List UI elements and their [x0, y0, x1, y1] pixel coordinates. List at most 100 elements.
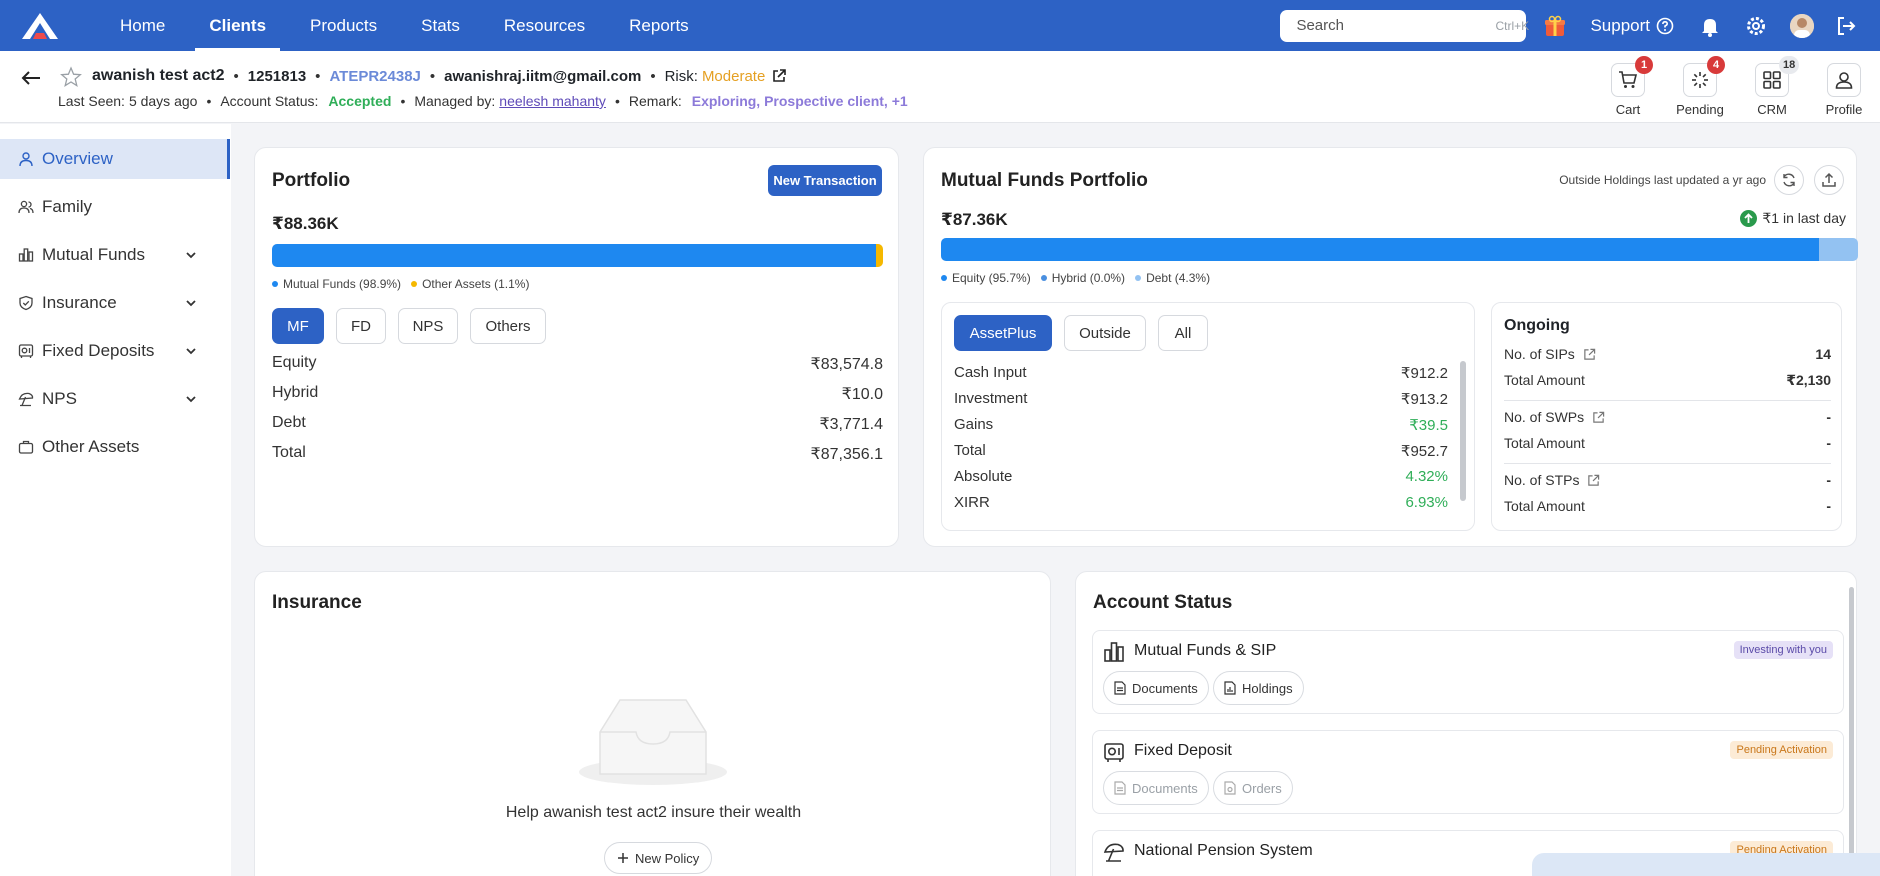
tab-mf[interactable]: MF — [272, 308, 324, 344]
logout-icon[interactable] — [1834, 14, 1858, 38]
row-value: 14 — [1815, 346, 1831, 362]
sidebar-item-family[interactable]: Family — [0, 187, 230, 227]
account-status-scrollbar[interactable] — [1849, 587, 1854, 876]
gear-icon[interactable] — [1744, 14, 1768, 38]
account-item-mutual-funds[interactable]: Mutual Funds & SIP Investing with you Do… — [1092, 630, 1844, 714]
pending-button[interactable]: 4 Pending — [1664, 56, 1736, 117]
portfolio-total: ₹88.36K — [272, 214, 339, 233]
external-link-icon[interactable] — [771, 68, 787, 84]
document-icon — [1114, 681, 1126, 695]
outside-holdings-updated-text: Outside Holdings last updated a yr ago — [1559, 173, 1766, 187]
new-policy-button[interactable]: New Policy — [604, 842, 713, 874]
gift-icon[interactable] — [1544, 15, 1566, 37]
external-link-icon[interactable] — [1592, 411, 1605, 424]
profile-button-box — [1827, 63, 1861, 97]
floating-panel-peek[interactable] — [1532, 853, 1880, 876]
upload-button[interactable] — [1814, 165, 1844, 195]
row-label: No. of STPs — [1504, 472, 1580, 488]
briefcase-icon — [18, 440, 34, 454]
chevron-down-icon[interactable] — [184, 344, 198, 358]
portfolio-title: Portfolio — [272, 170, 351, 191]
grid-icon — [1763, 71, 1781, 89]
chevron-down-icon[interactable] — [184, 296, 198, 310]
legend-item: Equity (95.7%) — [941, 271, 1031, 285]
client-id: 1251813 — [247, 67, 307, 85]
main-nav-links: Home Clients Products Stats Resources Re… — [98, 0, 711, 51]
back-arrow-icon[interactable] — [20, 67, 42, 89]
bell-icon[interactable] — [1698, 14, 1722, 38]
cart-button[interactable]: 1 Cart — [1592, 56, 1664, 117]
app-logo-icon[interactable] — [22, 12, 58, 39]
documents-button[interactable]: Documents — [1103, 671, 1209, 705]
row-value: 6.93% — [1405, 494, 1448, 511]
row-label: Absolute — [954, 468, 1013, 485]
search-input[interactable] — [1296, 17, 1496, 34]
row-label: Hybrid — [272, 384, 319, 401]
sidebar-item-other-assets[interactable]: Other Assets — [0, 427, 230, 467]
portfolio-split-other-assets — [876, 244, 883, 267]
portfolio-split-mutual-funds — [272, 244, 877, 267]
tab-fd[interactable]: FD — [336, 308, 386, 344]
external-link-icon[interactable] — [1583, 348, 1596, 361]
external-link-icon[interactable] — [1587, 474, 1600, 487]
tab-assetplus[interactable]: AssetPlus — [954, 315, 1052, 351]
risk-label: Risk: — [664, 67, 698, 85]
documents-button[interactable]: Documents — [1103, 771, 1209, 805]
profile-button[interactable]: Profile — [1808, 63, 1880, 117]
legend-label: Other Assets (1.1%) — [422, 277, 530, 291]
sidebar-item-insurance[interactable]: Insurance — [0, 283, 230, 323]
ongoing-swps-count: No. of SWPs - — [1504, 409, 1831, 425]
tab-nps[interactable]: NPS — [398, 308, 458, 344]
tab-others[interactable]: Others — [470, 308, 546, 344]
sidebar-item-fixed-deposits[interactable]: Fixed Deposits — [0, 331, 230, 371]
pill-label: Documents — [1132, 780, 1198, 796]
sidebar-item-overview[interactable]: Overview — [0, 139, 230, 179]
tab-outside[interactable]: Outside — [1064, 315, 1146, 351]
nav-resources[interactable]: Resources — [482, 0, 607, 51]
tab-all[interactable]: All — [1158, 315, 1208, 351]
mf-returns-scrollbar[interactable] — [1460, 361, 1466, 501]
row-label: Total Amount — [1504, 498, 1585, 514]
user-avatar[interactable] — [1790, 13, 1814, 38]
remark-value[interactable]: Exploring, Prospective client, +1 — [692, 93, 908, 109]
portfolio-card: Portfolio New Transaction ₹88.36K Mutual… — [254, 147, 899, 547]
chevron-down-icon[interactable] — [184, 392, 198, 406]
crm-button[interactable]: 18 CRM — [1736, 56, 1808, 117]
new-transaction-button[interactable]: New Transaction — [768, 165, 882, 196]
row-label: Cash Input — [954, 364, 1027, 381]
account-status-value: Accepted — [328, 93, 392, 109]
last-seen-label: Last Seen: — [58, 93, 125, 109]
support-button[interactable]: Support — [1590, 16, 1674, 36]
pending-label: Pending — [1676, 102, 1724, 117]
sidebar-item-mutual-funds[interactable]: Mutual Funds — [0, 235, 230, 275]
sidebar-item-label: Mutual Funds — [42, 245, 145, 264]
nav-home[interactable]: Home — [98, 0, 187, 51]
global-search[interactable]: Ctrl+K — [1280, 9, 1529, 42]
divider — [1504, 400, 1831, 401]
row-value: - — [1826, 409, 1831, 425]
account-item-fixed-deposit[interactable]: Fixed Deposit Pending Activation Documen… — [1092, 730, 1844, 814]
orders-button[interactable]: Orders — [1213, 771, 1293, 805]
row-label: Total — [272, 444, 306, 461]
separator-dot: • — [614, 93, 620, 109]
chevron-down-icon[interactable] — [184, 248, 198, 262]
mf-source-tabs: AssetPlus Outside All — [954, 315, 1220, 351]
top-nav-actions: Ctrl+K Support — [1280, 0, 1880, 51]
refresh-button[interactable] — [1774, 165, 1804, 195]
sidebar-item-nps[interactable]: NPS — [0, 379, 230, 419]
nav-clients[interactable]: Clients — [187, 0, 288, 51]
mf-split-debt — [1818, 238, 1858, 261]
pill-label: Orders — [1242, 780, 1282, 796]
nav-stats[interactable]: Stats — [399, 0, 482, 51]
nav-products[interactable]: Products — [288, 0, 399, 51]
remark-label: Remark: — [628, 93, 682, 109]
account-item-title: Mutual Funds & SIP — [1134, 642, 1277, 659]
managed-by-link[interactable]: neelesh mahanty — [499, 93, 606, 109]
holdings-button[interactable]: Holdings — [1213, 671, 1304, 705]
star-icon[interactable] — [60, 66, 82, 88]
nav-reports[interactable]: Reports — [607, 0, 711, 51]
separator-dot: • — [400, 93, 406, 109]
legend-dot — [411, 281, 418, 287]
day-change-text: ₹1 in last day — [1762, 210, 1846, 226]
document-chart-icon — [1224, 681, 1236, 695]
